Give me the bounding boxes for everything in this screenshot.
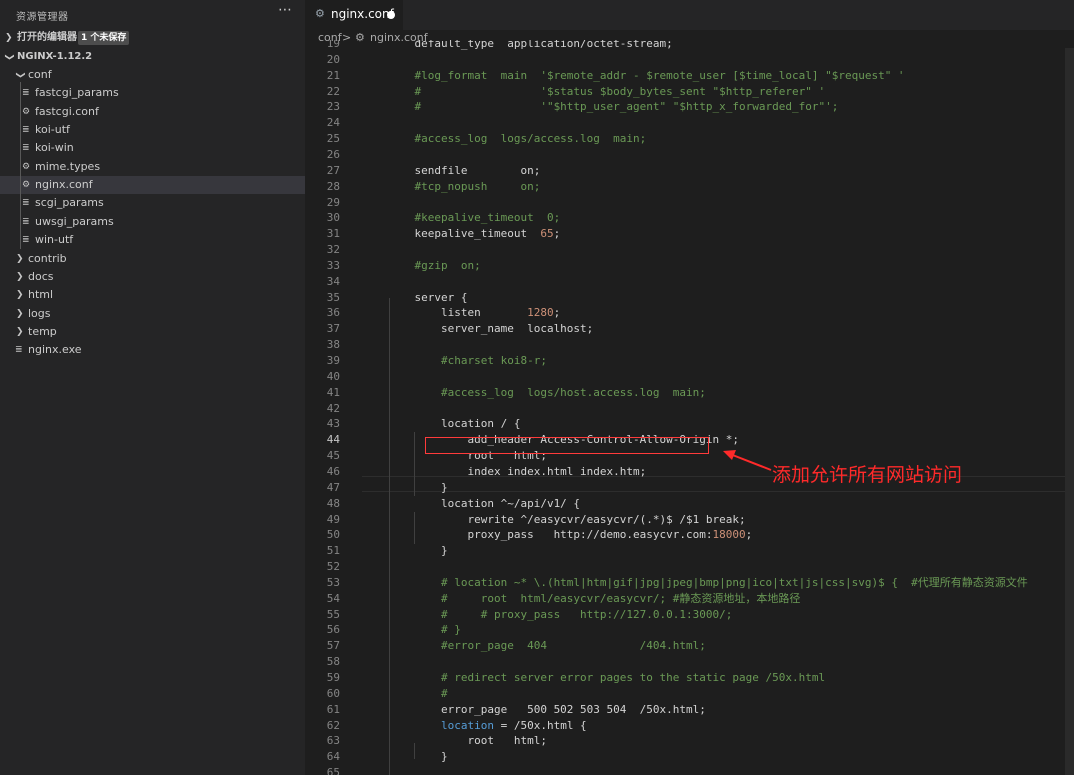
tree-item[interactable]: ≣ uwsgi_params — [0, 213, 305, 231]
chevron-right-icon: ❯ — [16, 253, 24, 264]
tree-item-label: docs — [28, 269, 54, 283]
explorer-title: 资源管理器 — [16, 12, 69, 23]
gear-icon: ⚙ — [22, 106, 31, 117]
tree-item-label: koi-win — [35, 141, 74, 155]
tree-item-label: nginx.exe — [28, 343, 82, 357]
tree-item[interactable]: ≣ win-utf — [0, 231, 305, 249]
chevron-right-icon: ❯ — [5, 33, 13, 43]
tree-item-label: nginx.conf — [35, 178, 93, 192]
chevron-right-icon: ❯ — [16, 308, 24, 319]
tree-item-label: conf — [28, 68, 52, 81]
open-editors-section[interactable]: ❯ 打开的编辑器 1 个未保存 — [0, 29, 305, 47]
file-text-icon: ≣ — [22, 143, 30, 154]
explorer-sidebar: 资源管理器 ⋯ ❯ 打开的编辑器 1 个未保存 ❯ NGINX-1.12.2 ❯… — [0, 0, 305, 775]
indent-guide — [20, 82, 21, 249]
file-text-icon: ≣ — [15, 345, 23, 356]
file-text-icon: ≣ — [22, 216, 30, 227]
tree-item-label: scgi_params — [35, 196, 104, 210]
tree-item-label: html — [28, 288, 54, 302]
folder-label: NGINX-1.12.2 — [17, 51, 93, 62]
unsaved-badge: 1 个未保存 — [78, 31, 130, 45]
tree-item[interactable]: ≣ koi-utf — [0, 121, 305, 139]
annotation-arrow — [723, 450, 772, 471]
open-editors-label: 打开的编辑器 — [17, 32, 77, 43]
tree-item[interactable]: ❯ contrib — [0, 250, 305, 268]
tree-item[interactable]: ≣ scgi_params — [0, 194, 305, 212]
tree-item-label: fastcgi_params — [35, 86, 119, 100]
chevron-right-icon: ❯ — [16, 326, 24, 337]
tree-item[interactable]: ❯ docs — [0, 268, 305, 286]
gear-icon: ⚙ — [22, 161, 31, 172]
tree-item[interactable]: ≣ nginx.exe — [0, 341, 305, 359]
tree-item[interactable]: ⚙ mime.types — [0, 158, 305, 176]
chevron-right-icon: ❯ — [16, 290, 24, 301]
tree-item[interactable]: ❯ html — [0, 286, 305, 304]
tree-item[interactable]: ⚙ fastcgi.conf — [0, 103, 305, 121]
tree-item-label: win-utf — [35, 233, 74, 247]
tree-item-label: uwsgi_params — [35, 214, 114, 228]
editor-area: ⚙ nginx.conf conf > ⚙ nginx.conf 19 defa… — [305, 0, 1074, 775]
gear-icon: ⚙ — [22, 180, 31, 191]
chevron-down-icon: ❯ — [14, 71, 25, 79]
file-text-icon: ≣ — [22, 88, 30, 99]
tree-item-label: temp — [28, 324, 57, 338]
tree-item[interactable]: ❯ conf — [0, 66, 305, 84]
tree-item-label: contrib — [28, 251, 67, 265]
chevron-down-icon: ❯ — [3, 53, 14, 61]
annotation-text: 添加允许所有网站访问 — [772, 464, 963, 486]
chevron-right-icon: ❯ — [16, 271, 24, 282]
tree-item[interactable]: ❯ temp — [0, 323, 305, 341]
tree-item-label: koi-utf — [35, 123, 70, 137]
file-text-icon: ≣ — [22, 198, 30, 209]
tree-item-label: logs — [28, 306, 51, 320]
tree-item[interactable]: ≣ koi-win — [0, 139, 305, 157]
tree-item[interactable]: ⚙ nginx.conf — [0, 176, 305, 195]
tree-item-label: mime.types — [35, 159, 101, 173]
file-text-icon: ≣ — [22, 125, 30, 136]
more-horizontal-icon[interactable]: ⋯ — [278, 2, 292, 18]
tree-item[interactable]: ❯ logs — [0, 305, 305, 323]
folder-section[interactable]: ❯ NGINX-1.12.2 — [0, 48, 305, 66]
file-text-icon: ≣ — [22, 235, 30, 246]
tree-item-label: fastcgi.conf — [35, 104, 99, 118]
tree-item[interactable]: ≣ fastcgi_params — [0, 84, 305, 102]
